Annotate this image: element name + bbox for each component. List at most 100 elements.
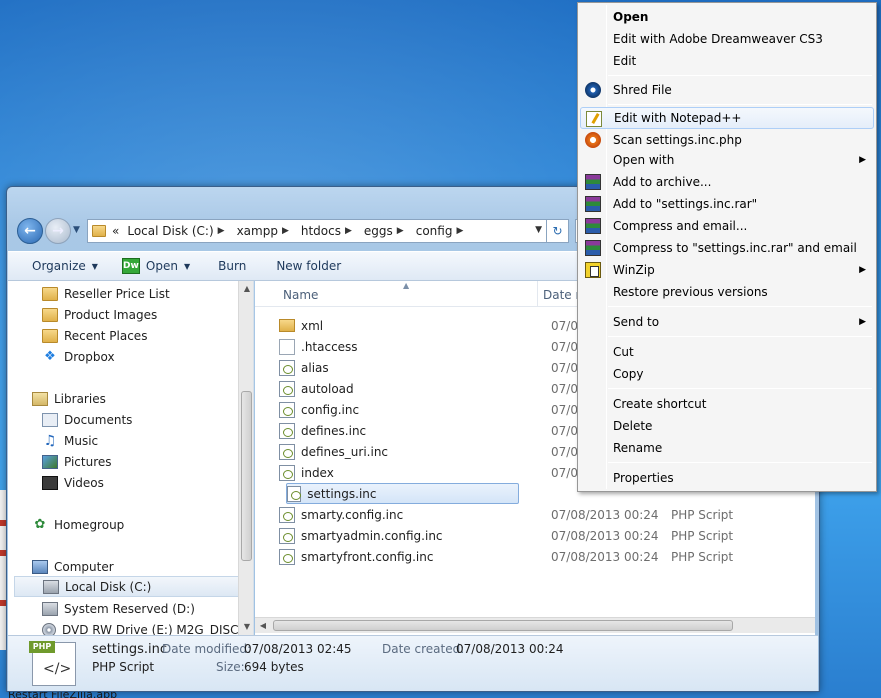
menu-item-compress-and-email[interactable]: Compress and email... — [580, 215, 874, 237]
nav-item-local-disk[interactable]: Local Disk (C:) — [14, 576, 252, 597]
nav-item-documents[interactable]: Documents — [42, 409, 253, 430]
back-button[interactable]: ← — [17, 218, 43, 244]
nav-item-system-reserved[interactable]: System Reserved (D:) — [42, 598, 253, 619]
menu-separator — [608, 306, 872, 307]
menu-item-add-to-archive[interactable]: Add to archive... — [580, 171, 874, 193]
nav-item-label: Local Disk (C:) — [65, 579, 152, 594]
forward-button[interactable]: → — [45, 218, 71, 244]
file-row-smarty-config-inc[interactable]: smarty.config.inc 07/08/2013 00:24 PHP S… — [279, 504, 815, 525]
horizontal-scrollbar[interactable]: ◀ — [255, 617, 815, 633]
file-row-settings-inc[interactable]: settings.inc — [286, 483, 519, 504]
file-type: PHP Script — [671, 549, 734, 564]
file-row-smartyfront-config-inc[interactable]: smartyfront.config.inc 07/08/2013 00:24 … — [279, 546, 815, 567]
menu-item-open[interactable]: Open — [580, 6, 874, 28]
menu-item-edit-with-dreamweaver[interactable]: Edit with Adobe Dreamweaver CS3 — [580, 28, 874, 50]
music-icon: ♫ — [43, 432, 57, 449]
scroll-up-arrow[interactable]: ▲ — [239, 281, 253, 297]
open-button[interactable]: Dw Open ▼ — [112, 254, 200, 278]
refresh-button[interactable]: ↻ — [547, 219, 569, 243]
nav-item-label: System Reserved (D:) — [64, 601, 195, 616]
menu-item-delete[interactable]: Delete — [580, 415, 874, 437]
scroll-thumb[interactable] — [241, 391, 252, 561]
scroll-left-arrow[interactable]: ◀ — [255, 618, 271, 634]
breadcrumb-xampp[interactable]: xampp ▶ — [237, 224, 295, 238]
nav-item-dvd-drive[interactable]: DVD RW Drive (E:) M2G_DISC2 — [42, 619, 253, 635]
folder-icon — [42, 307, 58, 322]
breadcrumb-htdocs[interactable]: htdocs ▶ — [301, 224, 358, 238]
menu-label: Compress to "settings.inc.rar" and email — [613, 241, 857, 255]
menu-label: Copy — [613, 367, 644, 381]
burn-button[interactable]: Burn — [208, 254, 256, 278]
nav-item-homegroup[interactable]: ✿ Homegroup — [32, 514, 253, 535]
menu-item-shred-file[interactable]: Shred File — [580, 79, 874, 101]
open-label: Open — [145, 259, 178, 273]
menu-item-create-shortcut[interactable]: Create shortcut — [580, 393, 874, 415]
menu-item-copy[interactable]: Copy — [580, 363, 874, 385]
menu-item-edit-with-notepad[interactable]: Edit with Notepad++ — [580, 107, 874, 129]
winrar-icon — [585, 240, 601, 256]
menu-item-winzip[interactable]: WinZip ▶ — [580, 259, 874, 281]
chevron-right-icon[interactable]: ▶ — [282, 226, 289, 236]
breadcrumb-eggs[interactable]: eggs ▶ — [364, 224, 410, 238]
address-bar[interactable]: « Local Disk (C:) ▶ xampp ▶ htdocs ▶ eggs ▶ … — [87, 219, 547, 243]
address-overflow[interactable]: « — [112, 224, 119, 238]
nav-item-dropbox[interactable]: ❖ Dropbox — [42, 346, 253, 367]
nav-item-videos[interactable]: Videos — [42, 472, 253, 493]
organize-button[interactable]: Organize ▼ — [22, 254, 108, 278]
php-file-icon — [287, 485, 302, 502]
chevron-right-icon[interactable]: ▶ — [456, 226, 463, 236]
scroll-thumb[interactable] — [273, 620, 733, 631]
breadcrumb-config[interactable]: config ▶ — [416, 224, 470, 238]
nav-item-music[interactable]: ♫ Music — [42, 430, 253, 451]
new-folder-label: New folder — [276, 259, 342, 273]
menu-item-edit[interactable]: Edit — [580, 50, 874, 72]
php-file-icon — [279, 401, 295, 418]
winzip-icon — [585, 262, 601, 278]
file-type: PHP Script — [671, 507, 734, 522]
menu-item-properties[interactable]: Properties — [580, 467, 874, 489]
menu-item-rename[interactable]: Rename — [580, 437, 874, 459]
file-icon — [279, 338, 295, 355]
file-name: xml — [301, 318, 324, 333]
new-folder-button[interactable]: New folder — [266, 254, 351, 278]
burn-label: Burn — [218, 259, 247, 273]
file-date: 07/08/2013 00:24 — [551, 507, 659, 522]
nav-item-recent-places[interactable]: Recent Places — [42, 325, 253, 346]
column-divider[interactable] — [537, 281, 538, 307]
menu-separator — [608, 462, 872, 463]
menu-label: Scan settings.inc.php — [613, 133, 742, 147]
breadcrumb-local-disk[interactable]: Local Disk (C:) ▶ — [127, 224, 230, 238]
chevron-right-icon[interactable]: ▶ — [345, 226, 352, 236]
nav-item-libraries[interactable]: Libraries — [32, 388, 253, 409]
pictures-icon — [42, 454, 58, 469]
menu-item-cut[interactable]: Cut — [580, 341, 874, 363]
nav-item-computer[interactable]: Computer — [32, 556, 253, 577]
nav-item-product-images[interactable]: Product Images — [42, 304, 253, 325]
column-header-name[interactable]: Name — [283, 288, 318, 302]
breadcrumb-label: config — [415, 224, 453, 238]
nav-item-label: Documents — [64, 412, 133, 427]
menu-item-add-to-rar[interactable]: Add to "settings.inc.rar" — [580, 193, 874, 215]
created-label: Date created: — [382, 642, 465, 656]
organize-label: Organize — [32, 259, 86, 273]
nav-item-label: Reseller Price List — [64, 286, 170, 301]
menu-item-compress-to-rar-and-email[interactable]: Compress to "settings.inc.rar" and email — [580, 237, 874, 259]
nav-item-pictures[interactable]: Pictures — [42, 451, 253, 472]
menu-item-scan[interactable]: Scan settings.inc.php — [580, 129, 874, 151]
chevron-right-icon[interactable]: ▶ — [397, 226, 404, 236]
file-name: settings.inc — [307, 486, 377, 501]
chevron-right-icon[interactable]: ▶ — [218, 226, 225, 236]
scroll-down-arrow[interactable]: ▼ — [239, 619, 253, 635]
file-name: .htaccess — [301, 339, 358, 354]
nav-scrollbar[interactable]: ▲ ▼ — [238, 281, 253, 635]
nav-item-reseller-price-list[interactable]: Reseller Price List — [42, 283, 253, 304]
created-value: 07/08/2013 00:24 — [456, 642, 564, 656]
menu-item-restore-previous-versions[interactable]: Restore previous versions — [580, 281, 874, 303]
menu-item-open-with[interactable]: Open with ▶ — [580, 149, 874, 171]
php-tag: PHP — [29, 641, 55, 653]
recent-pages-dropdown[interactable]: ▼ — [73, 225, 80, 235]
menu-item-send-to[interactable]: Send to ▶ — [580, 311, 874, 333]
address-history-dropdown[interactable]: ▼ — [535, 225, 542, 235]
file-row-smartyadmin-config-inc[interactable]: smartyadmin.config.inc 07/08/2013 00:24 … — [279, 525, 815, 546]
nav-item-label: Pictures — [64, 454, 112, 469]
